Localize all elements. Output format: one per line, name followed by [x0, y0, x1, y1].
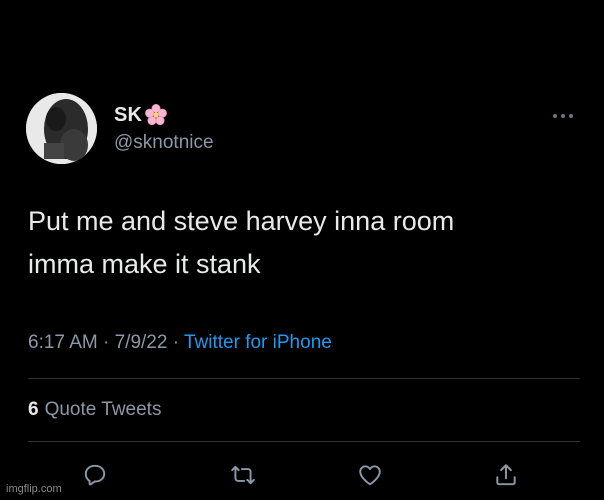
quote-tweets-stat[interactable]: 6 Quote Tweets: [28, 399, 161, 421]
quote-label: Quote Tweets: [44, 399, 162, 420]
retweet-button[interactable]: [228, 460, 258, 490]
divider: [28, 441, 580, 442]
tweet-card: SK @sknotnice Put me and steve harvey in…: [0, 0, 604, 500]
more-options-icon[interactable]: [553, 112, 579, 120]
share-icon: [496, 464, 516, 486]
tweet-text: Put me and steve harvey inna room imma m…: [28, 200, 588, 286]
heart-icon: [359, 465, 381, 486]
tweet-date[interactable]: 7/9/22: [115, 332, 168, 353]
tweet-text-line: Put me and steve harvey inna room: [28, 206, 455, 236]
avatar-photo: [26, 93, 97, 164]
meta-separator: ·: [167, 332, 184, 353]
retweet-icon: [231, 465, 255, 485]
tweet-source-link[interactable]: Twitter for iPhone: [184, 332, 332, 353]
tweet-text-line: imma make it stank: [28, 249, 261, 279]
reply-button[interactable]: [80, 460, 110, 490]
display-name[interactable]: SK: [114, 104, 142, 127]
divider: [28, 378, 580, 379]
meta-separator: ·: [97, 332, 115, 353]
user-handle[interactable]: @sknotnice: [114, 132, 214, 154]
tweet-time[interactable]: 6:17 AM: [28, 332, 98, 353]
cherry-blossom-icon: [144, 103, 168, 127]
avatar[interactable]: [26, 93, 97, 164]
reply-icon: [84, 464, 106, 486]
action-bar: [0, 460, 604, 492]
like-button[interactable]: [355, 460, 385, 490]
tweet-meta: 6:17 AM · 7/9/22 · Twitter for iPhone: [28, 332, 332, 354]
quote-count: 6: [28, 399, 39, 420]
share-button[interactable]: [491, 460, 521, 490]
user-name-row[interactable]: SK: [114, 103, 168, 127]
watermark: imgflip.com: [6, 483, 62, 495]
